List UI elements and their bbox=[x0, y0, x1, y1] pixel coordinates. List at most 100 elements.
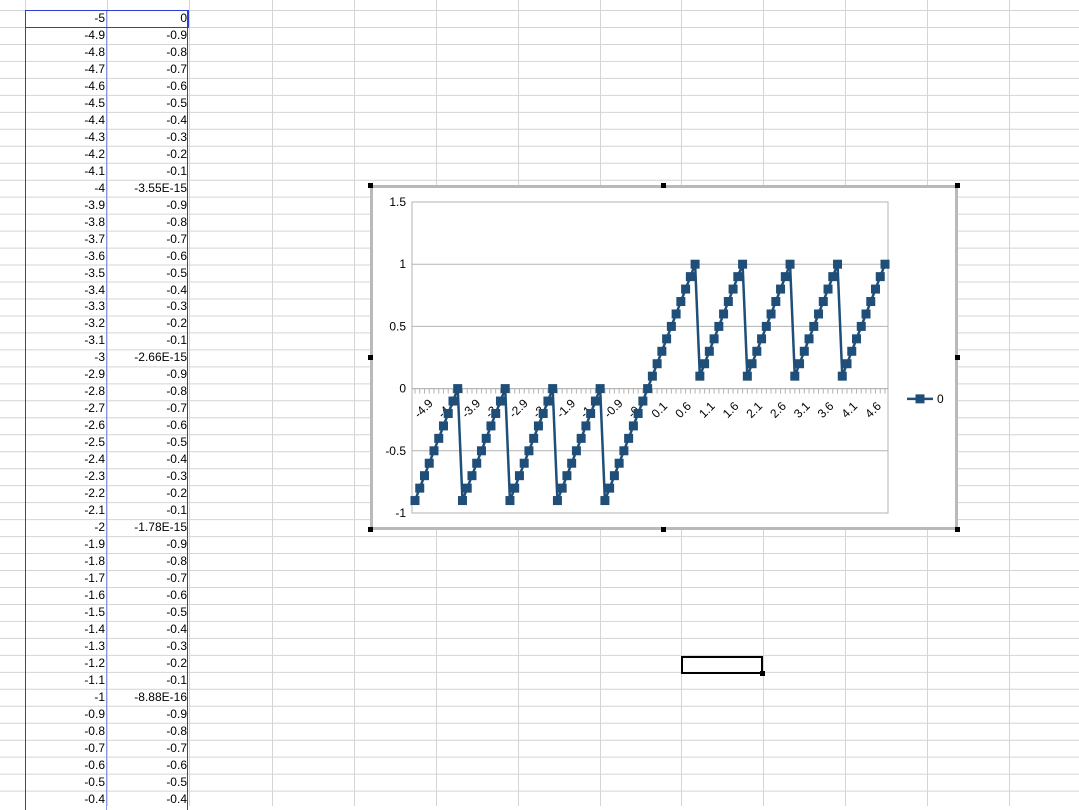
cell-y-2[interactable]: -0.8 bbox=[108, 44, 189, 61]
cell-y-32[interactable]: -0.8 bbox=[108, 553, 189, 570]
cell-y-43[interactable]: -0.7 bbox=[108, 740, 189, 757]
cell-x-39[interactable]: -1.1 bbox=[26, 672, 107, 689]
cell-y-42[interactable]: -0.8 bbox=[108, 723, 189, 740]
cell-y-16[interactable]: -0.4 bbox=[108, 282, 189, 299]
cell-y-38[interactable]: -0.2 bbox=[108, 655, 189, 672]
cell-x-1[interactable]: -4.9 bbox=[26, 27, 107, 44]
chart-resize-handle-tl[interactable] bbox=[368, 183, 373, 188]
cell-x-42[interactable]: -0.8 bbox=[26, 723, 107, 740]
cell-x-10[interactable]: -4 bbox=[26, 180, 107, 197]
cell-x-43[interactable]: -0.7 bbox=[26, 740, 107, 757]
cell-x-44[interactable]: -0.6 bbox=[26, 757, 107, 774]
cell-y-40[interactable]: -8.88E-16 bbox=[108, 689, 189, 706]
cell-y-25[interactable]: -0.5 bbox=[108, 434, 189, 451]
cell-x-46[interactable]: -0.4 bbox=[26, 791, 107, 808]
cell-x-7[interactable]: -4.3 bbox=[26, 129, 107, 146]
cell-x-31[interactable]: -1.9 bbox=[26, 536, 107, 553]
cell-y-34[interactable]: -0.6 bbox=[108, 587, 189, 604]
cell-x-27[interactable]: -2.3 bbox=[26, 468, 107, 485]
cell-y-9[interactable]: -0.1 bbox=[108, 163, 189, 180]
cell-x-13[interactable]: -3.7 bbox=[26, 231, 107, 248]
cell-x-12[interactable]: -3.8 bbox=[26, 214, 107, 231]
cell-y-22[interactable]: -0.8 bbox=[108, 383, 189, 400]
cell-y-26[interactable]: -0.4 bbox=[108, 451, 189, 468]
chart-resize-handle-tr[interactable] bbox=[955, 183, 960, 188]
chart-resize-handle-tc[interactable] bbox=[661, 183, 666, 188]
cell-x-35[interactable]: -1.5 bbox=[26, 604, 107, 621]
fill-handle[interactable] bbox=[760, 671, 765, 676]
cell-y-3[interactable]: -0.7 bbox=[108, 61, 189, 78]
cell-y-14[interactable]: -0.6 bbox=[108, 248, 189, 265]
cell-x-24[interactable]: -2.6 bbox=[26, 417, 107, 434]
cell-y-36[interactable]: -0.4 bbox=[108, 621, 189, 638]
cell-y-37[interactable]: -0.3 bbox=[108, 638, 189, 655]
cell-y-45[interactable]: -0.5 bbox=[108, 774, 189, 791]
cell-x-21[interactable]: -2.9 bbox=[26, 366, 107, 383]
cell-y-24[interactable]: -0.6 bbox=[108, 417, 189, 434]
cell-y-13[interactable]: -0.7 bbox=[108, 231, 189, 248]
cell-y-21[interactable]: -0.9 bbox=[108, 366, 189, 383]
cell-x-33[interactable]: -1.7 bbox=[26, 570, 107, 587]
cell-x-6[interactable]: -4.4 bbox=[26, 112, 107, 129]
cell-x-37[interactable]: -1.3 bbox=[26, 638, 107, 655]
cell-x-4[interactable]: -4.6 bbox=[26, 78, 107, 95]
cell-x-36[interactable]: -1.4 bbox=[26, 621, 107, 638]
cell-x-25[interactable]: -2.5 bbox=[26, 434, 107, 451]
chart-resize-handle-br[interactable] bbox=[955, 527, 960, 532]
cell-x-41[interactable]: -0.9 bbox=[26, 706, 107, 723]
cell-x-45[interactable]: -0.5 bbox=[26, 774, 107, 791]
cell-y-4[interactable]: -0.6 bbox=[108, 78, 189, 95]
cell-x-15[interactable]: -3.5 bbox=[26, 265, 107, 282]
cell-y-7[interactable]: -0.3 bbox=[108, 129, 189, 146]
cell-x-11[interactable]: -3.9 bbox=[26, 197, 107, 214]
cell-y-18[interactable]: -0.2 bbox=[108, 315, 189, 332]
cell-y-20[interactable]: -2.66E-15 bbox=[108, 349, 189, 366]
cell-y-12[interactable]: -0.8 bbox=[108, 214, 189, 231]
cell-y-30[interactable]: -1.78E-15 bbox=[108, 519, 189, 536]
cell-y-39[interactable]: -0.1 bbox=[108, 672, 189, 689]
chart-resize-handle-bc[interactable] bbox=[661, 527, 666, 532]
cell-y-29[interactable]: -0.1 bbox=[108, 502, 189, 519]
cell-y-8[interactable]: -0.2 bbox=[108, 146, 189, 163]
cell-x-3[interactable]: -4.7 bbox=[26, 61, 107, 78]
chart-resize-handle-bl[interactable] bbox=[368, 527, 373, 532]
cell-y-10[interactable]: -3.55E-15 bbox=[108, 180, 189, 197]
cell-x-0[interactable]: -5 bbox=[26, 10, 107, 27]
cell-x-26[interactable]: -2.4 bbox=[26, 451, 107, 468]
cell-x-29[interactable]: -2.1 bbox=[26, 502, 107, 519]
cell-x-40[interactable]: -1 bbox=[26, 689, 107, 706]
cell-x-2[interactable]: -4.8 bbox=[26, 44, 107, 61]
cell-y-5[interactable]: -0.5 bbox=[108, 95, 189, 112]
cell-y-23[interactable]: -0.7 bbox=[108, 400, 189, 417]
chart-resize-handle-ml[interactable] bbox=[368, 355, 373, 360]
cell-x-9[interactable]: -4.1 bbox=[26, 163, 107, 180]
cell-x-22[interactable]: -2.8 bbox=[26, 383, 107, 400]
cell-y-31[interactable]: -0.9 bbox=[108, 536, 189, 553]
cell-y-19[interactable]: -0.1 bbox=[108, 332, 189, 349]
cell-x-5[interactable]: -4.5 bbox=[26, 95, 107, 112]
cell-x-8[interactable]: -4.2 bbox=[26, 146, 107, 163]
cell-x-34[interactable]: -1.6 bbox=[26, 587, 107, 604]
cell-y-27[interactable]: -0.3 bbox=[108, 468, 189, 485]
cell-x-17[interactable]: -3.3 bbox=[26, 298, 107, 315]
active-cell[interactable] bbox=[681, 656, 763, 674]
cell-y-33[interactable]: -0.7 bbox=[108, 570, 189, 587]
cell-y-41[interactable]: -0.9 bbox=[108, 706, 189, 723]
cell-y-44[interactable]: -0.6 bbox=[108, 757, 189, 774]
cell-y-15[interactable]: -0.5 bbox=[108, 265, 189, 282]
cell-x-16[interactable]: -3.4 bbox=[26, 282, 107, 299]
cell-x-23[interactable]: -2.7 bbox=[26, 400, 107, 417]
cell-x-19[interactable]: -3.1 bbox=[26, 332, 107, 349]
cell-x-18[interactable]: -3.2 bbox=[26, 315, 107, 332]
cell-y-11[interactable]: -0.9 bbox=[108, 197, 189, 214]
cell-y-28[interactable]: -0.2 bbox=[108, 485, 189, 502]
cell-x-14[interactable]: -3.6 bbox=[26, 248, 107, 265]
cell-x-32[interactable]: -1.8 bbox=[26, 553, 107, 570]
cell-x-30[interactable]: -2 bbox=[26, 519, 107, 536]
cell-x-38[interactable]: -1.2 bbox=[26, 655, 107, 672]
cell-y-46[interactable]: -0.4 bbox=[108, 791, 189, 808]
cell-x-28[interactable]: -2.2 bbox=[26, 485, 107, 502]
cell-y-35[interactable]: -0.5 bbox=[108, 604, 189, 621]
cell-y-1[interactable]: -0.9 bbox=[108, 27, 189, 44]
chart-resize-handle-mr[interactable] bbox=[955, 355, 960, 360]
